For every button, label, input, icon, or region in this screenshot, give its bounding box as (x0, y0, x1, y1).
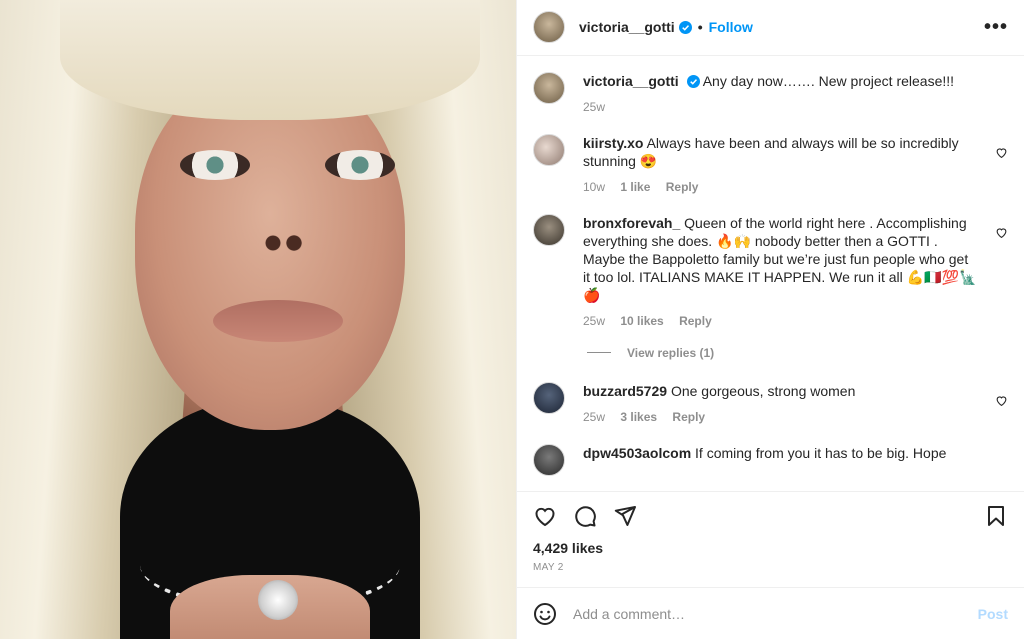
save-bookmark-icon[interactable] (984, 504, 1008, 528)
pendant (258, 580, 298, 620)
add-comment-bar: Post (517, 587, 1024, 639)
view-replies-button[interactable]: View replies (1) (587, 346, 1008, 360)
post-side-panel: victoria__gotti • Follow ••• victoria__g… (516, 0, 1024, 639)
view-replies-label: View replies (1) (627, 345, 715, 360)
comment-text: One gorgeous, strong women (670, 382, 856, 399)
comment-username[interactable]: dpw4503aolcom (583, 445, 691, 461)
reply-button[interactable]: Reply (679, 314, 712, 328)
likes-count[interactable]: 4,429 likes (517, 540, 1024, 556)
caption-age: 25w (583, 99, 606, 114)
author-username[interactable]: victoria__gotti (579, 19, 675, 35)
like-comment-heart-icon[interactable] (995, 226, 1008, 239)
post-photo[interactable] (0, 0, 516, 639)
post-actions-bar (517, 490, 1024, 541)
eye-right (325, 150, 395, 180)
comment-item: bronxforevah_ Queen of the world right h… (533, 213, 1008, 330)
commenter-avatar[interactable] (533, 213, 565, 246)
like-comment-heart-icon[interactable] (995, 394, 1008, 407)
lips (213, 300, 343, 342)
comment-bubble-icon[interactable] (573, 504, 597, 528)
reply-button[interactable]: Reply (672, 410, 705, 424)
caption: victoria__gotti Any day now……. New proje… (533, 71, 1008, 116)
comment-likes[interactable]: 10 likes (620, 314, 663, 328)
comment-item: kiirsty.xo Always have been and always w… (533, 133, 1008, 196)
comment-text: If coming from you it has to be big. Hop… (695, 444, 947, 461)
post-comment-button[interactable]: Post (978, 606, 1008, 622)
verified-badge-icon (686, 74, 700, 88)
comment-input[interactable] (573, 605, 978, 622)
reply-button[interactable]: Reply (666, 180, 699, 194)
comment-username[interactable]: kiirsty.xo (583, 135, 643, 151)
comment-age: 25w (583, 409, 606, 424)
commenter-avatar[interactable] (533, 133, 565, 166)
more-options-icon[interactable]: ••• (984, 16, 1008, 39)
separator-dot: • (697, 19, 703, 36)
verified-badge-icon (678, 20, 692, 34)
comment-likes[interactable]: 1 like (620, 180, 650, 194)
post-header: victoria__gotti • Follow ••• (517, 0, 1024, 56)
follow-button[interactable]: Follow (709, 19, 753, 35)
emoji-smiley-icon[interactable] (533, 602, 557, 626)
commenter-avatar[interactable] (533, 381, 565, 414)
share-paper-plane-icon[interactable] (613, 504, 637, 528)
hair-bangs (60, 0, 480, 120)
post-date: MAY 2 (533, 562, 564, 574)
comment-item: dpw4503aolcom If coming from you it has … (533, 443, 1008, 476)
comment-age: 25w (583, 313, 606, 328)
nose (258, 225, 308, 255)
like-comment-heart-icon[interactable] (995, 146, 1008, 159)
comment-username[interactable]: bronxforevah_ (583, 215, 680, 231)
commenter-avatar[interactable] (533, 443, 565, 476)
instagram-post: victoria__gotti • Follow ••• victoria__g… (0, 0, 1024, 639)
caption-username[interactable]: victoria__gotti (583, 73, 679, 89)
replies-divider (587, 352, 611, 354)
comment-age: 10w (583, 179, 606, 194)
caption-avatar[interactable] (533, 71, 565, 104)
comments-list[interactable]: victoria__gotti Any day now……. New proje… (517, 56, 1024, 491)
eye-left (180, 150, 250, 180)
author-avatar[interactable] (533, 11, 565, 44)
caption-text: Any day now……. New project release!!! (702, 72, 955, 89)
like-heart-icon[interactable] (533, 504, 557, 528)
comment-likes[interactable]: 3 likes (620, 410, 657, 424)
comment-item: buzzard5729 One gorgeous, strong women 2… (533, 381, 1008, 426)
comment-username[interactable]: buzzard5729 (583, 383, 667, 399)
